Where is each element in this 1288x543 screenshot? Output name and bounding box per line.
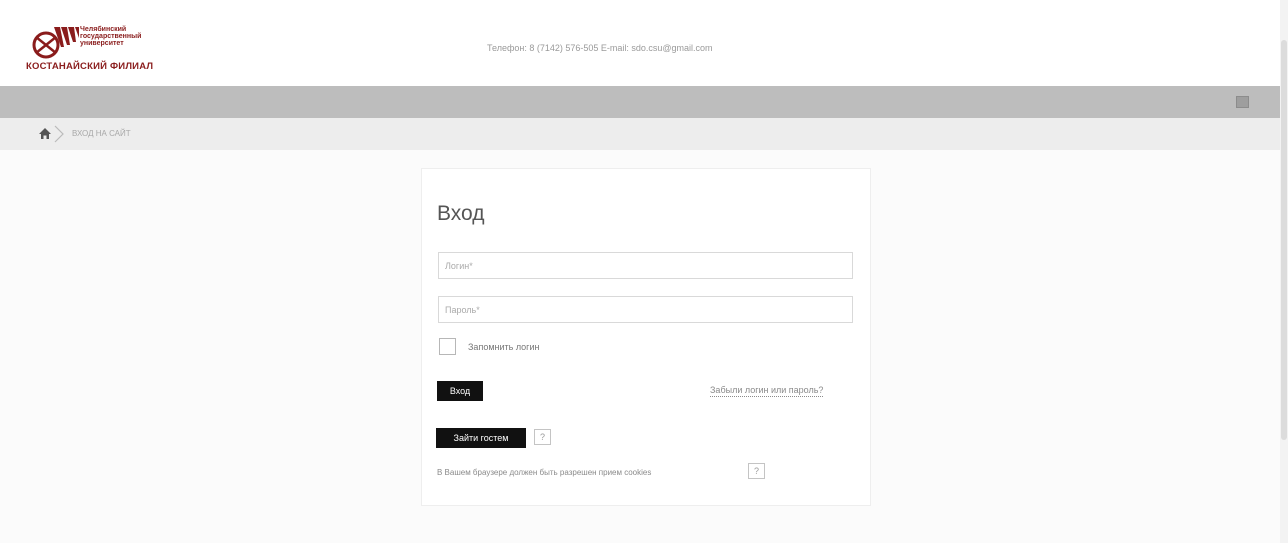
contact-info: Телефон: 8 (7142) 576-505 E-mail: sdo.cs…: [487, 43, 713, 53]
login-page: Челябинский государственный университет …: [0, 0, 1288, 543]
logo-university-name: Челябинский государственный университет: [80, 26, 180, 47]
logo-line-3: университет: [80, 40, 124, 47]
navigation-bar: [0, 86, 1280, 118]
logo-line-2: государственный: [80, 33, 142, 40]
login-button[interactable]: Вход: [437, 381, 483, 401]
cookies-notice: В Вашем браузере должен быть разрешен пр…: [437, 468, 652, 477]
chevron-right-icon: [54, 125, 64, 143]
logo-branch-name: КОСТАНАЙСКИЙ ФИЛИАЛ: [26, 61, 154, 72]
breadcrumb-current: ВХОД НА САЙТ: [72, 129, 131, 138]
forgot-password-link[interactable]: Забыли логин или пароль?: [710, 385, 824, 397]
login-card: Вход Запомнить логин Вход Забыли логин и…: [421, 168, 871, 506]
site-header: Челябинский государственный университет …: [0, 0, 1280, 86]
guest-login-button[interactable]: Зайти гостем: [436, 428, 526, 448]
login-title: Вход: [437, 202, 485, 225]
password-input[interactable]: [438, 296, 853, 323]
home-icon[interactable]: [38, 127, 52, 140]
scrollbar-thumb[interactable]: [1281, 40, 1287, 440]
site-logo[interactable]: Челябинский государственный университет …: [26, 24, 176, 74]
remember-login-checkbox[interactable]: [439, 338, 456, 355]
university-emblem-icon: [32, 27, 79, 59]
remember-login-label[interactable]: Запомнить логин: [468, 342, 539, 352]
cookies-help-icon[interactable]: ?: [748, 463, 765, 479]
guest-help-icon[interactable]: ?: [534, 429, 551, 445]
login-input[interactable]: [438, 252, 853, 279]
menu-icon[interactable]: [1236, 96, 1249, 108]
breadcrumb: ВХОД НА САЙТ: [0, 118, 1280, 150]
logo-line-1: Челябинский: [80, 26, 127, 33]
